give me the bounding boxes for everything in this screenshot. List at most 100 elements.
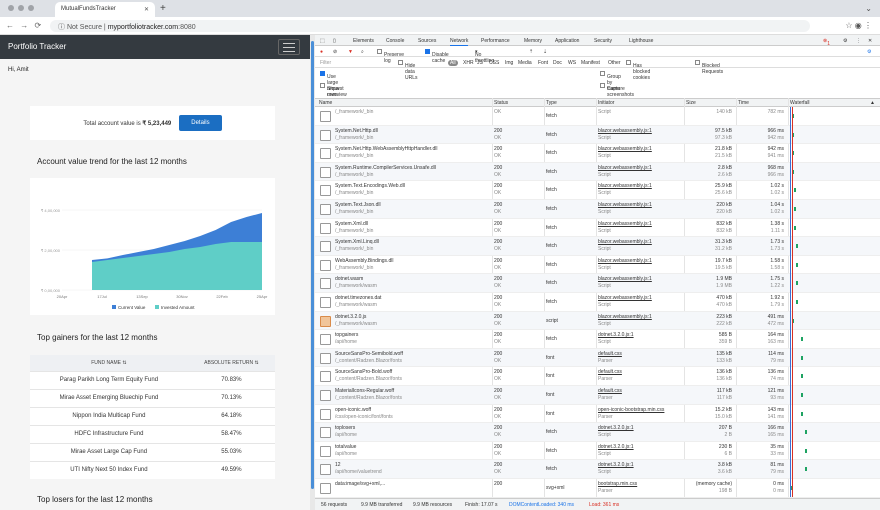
table-row[interactable]: Parag Parikh Long Term Equity Fund 70.83% (30, 370, 275, 389)
hide-data-urls-checkbox[interactable]: Hide data URLs (398, 60, 418, 81)
table-row[interactable]: UTI Nifty Next 50 Index Fund 49.59% (30, 460, 275, 479)
request-row[interactable]: 12/api/home/valuetrend 200 OK fetch dotnet.3… (315, 460, 880, 479)
throttling-select[interactable]: No throttling ▾ (475, 49, 494, 64)
col-status[interactable]: Status (494, 100, 508, 106)
filter-ws[interactable]: WS (568, 60, 576, 66)
request-row[interactable]: MaterialIcons-Regular.woff/_content/Radz… (315, 386, 880, 405)
filter-other[interactable]: Other (608, 60, 621, 66)
tab-application[interactable]: Application (555, 38, 579, 44)
disable-cache-checkbox[interactable]: Disable cache (425, 49, 449, 64)
request-row[interactable]: totalvalue/api/home 200 OK fetch dotnet.3.2.… (315, 442, 880, 461)
request-row[interactable]: System.Runtime.CompilerServices.Unsafe.d… (315, 162, 880, 182)
col-initiator[interactable]: Initiator (598, 100, 614, 106)
col-type[interactable]: Type (546, 100, 557, 106)
request-initiator[interactable]: blazor.webassembly.js:1 Script (598, 128, 652, 142)
absolute-return-header[interactable]: ABSOLUTE RETURN ⇅ (187, 355, 275, 371)
download-icon[interactable]: ⇣ (543, 49, 547, 55)
scrollbar[interactable] (311, 41, 314, 489)
fund-name-header[interactable]: FUND NAME ⇅ (30, 355, 188, 371)
request-row[interactable]: topgainers/api/home 200 OK fetch dotnet.3.2.… (315, 330, 880, 349)
tab-security[interactable]: Security (594, 38, 612, 44)
settings-icon[interactable]: ⚙ (843, 38, 847, 44)
record-icon[interactable]: ● (320, 49, 323, 55)
request-initiator[interactable]: blazor.webassembly.js:1 Script (598, 239, 652, 253)
table-row[interactable]: HDFC Infrastructure Fund 58.47% (30, 424, 275, 443)
request-initiator[interactable]: dotnet.3.2.0.js:1 Script (598, 444, 634, 458)
request-initiator[interactable]: bootstrap.min.css Parser (598, 481, 637, 495)
tab-menu-icon[interactable]: ⌄ (865, 4, 872, 13)
request-initiator[interactable]: blazor.webassembly.js:1 Script (598, 165, 652, 179)
device-toolbar-icon[interactable]: ▯ (333, 38, 336, 44)
browser-tab[interactable]: MutualFundsTracker ✕ (55, 2, 155, 17)
request-initiator[interactable]: blazor.webassembly.js:1 Script (598, 314, 652, 328)
request-row[interactable]: SourceSansPro-Bold.woff/_content/Radzen.… (315, 367, 880, 386)
request-initiator[interactable]: default.css Parser (598, 369, 622, 383)
close-icon[interactable]: ✕ (144, 6, 149, 13)
table-row[interactable]: Nippon India Multicap Fund 64.18% (30, 406, 275, 425)
network-settings-icon[interactable]: ⚙ (867, 49, 871, 55)
request-initiator[interactable]: blazor.webassembly.js:1 Script (598, 146, 652, 160)
request-row[interactable]: System.Net.Http.WebAssemblyHttpHandler.d… (315, 144, 880, 163)
request-initiator[interactable]: blazor.webassembly.js:1 Script (598, 258, 652, 272)
filter-xhr[interactable]: XHR (463, 60, 474, 66)
preserve-log-checkbox[interactable]: Preserve log (377, 49, 404, 64)
close-devtools-icon[interactable]: ✕ (868, 38, 872, 44)
filter-media[interactable]: Media (518, 60, 532, 66)
request-initiator[interactable]: blazor.webassembly.js:1 Script (598, 276, 652, 290)
tab-sources[interactable]: Sources (418, 38, 436, 44)
blocked-requests-checkbox[interactable]: Blocked Requests (695, 60, 723, 75)
tab-lighthouse[interactable]: Lighthouse (629, 38, 653, 44)
col-waterfall[interactable]: Waterfall (790, 100, 810, 106)
request-initiator[interactable]: dotnet.3.2.0.js:1 Script (598, 332, 634, 346)
filter-font[interactable]: Font (538, 60, 548, 66)
request-row[interactable]: System.Xml.Linq.dll/_framework/_bin 200 OK… (315, 237, 880, 256)
filter-icon[interactable]: ▼ (348, 49, 353, 55)
request-initiator[interactable]: dotnet.3.2.0.js:1 Script (598, 425, 634, 439)
inspect-icon[interactable]: ⬚ (320, 38, 325, 44)
filter-js[interactable]: JS (477, 60, 483, 66)
request-row[interactable]: dotnet.3.2.0.js/_framework/wasm 200 OK scri… (315, 311, 880, 331)
table-row[interactable]: Mirae Asset Emerging Bluechip Fund 70.13% (30, 388, 275, 407)
request-row[interactable]: SourceSansPro-Semibold.woff/_content/Rad… (315, 348, 880, 368)
filter-doc[interactable]: Doc (553, 60, 562, 66)
tab-console[interactable]: Console (386, 38, 404, 44)
clear-icon[interactable]: ⊘ (333, 49, 337, 55)
new-tab-icon[interactable]: + (160, 3, 166, 14)
filter-img[interactable]: Img (505, 60, 513, 66)
error-badge[interactable]: ⊗ 1 (823, 38, 830, 47)
request-row[interactable]: System.Net.Http.dll/_framework/_bin 200 OK… (315, 125, 880, 145)
url-field[interactable]: ⓘ Not Secure | myportfoliotracker.com:80… (50, 20, 810, 32)
request-row[interactable]: toplosers/api/home 200 OK fetch dotnet.3.2.0… (315, 423, 880, 442)
filter-css[interactable]: CSS (489, 60, 499, 66)
show-overview-checkbox[interactable]: Show overview (320, 83, 347, 98)
request-initiator[interactable]: blazor.webassembly.js:1 Script (598, 295, 652, 309)
filter-all[interactable]: All (448, 60, 458, 66)
table-row[interactable]: Mirae Asset Large Cap Fund 55.03% (30, 442, 275, 461)
request-row[interactable]: dotnet.timezones.dat/_framework/wasm 200 O… (315, 293, 880, 312)
request-initiator[interactable]: dotnet.3.2.0.js:1 Script (598, 462, 634, 476)
request-row[interactable]: System.Text.Encodings.Web.dll/_framework… (315, 181, 880, 200)
request-row[interactable]: System.Text.Json.dll/_framework/_bin 200 O… (315, 200, 880, 219)
request-row[interactable]: data:image/svg+xml,... 200 svg+xml bootstra… (315, 479, 880, 498)
col-time[interactable]: Time (738, 100, 749, 106)
tab-elements[interactable]: Elements (353, 38, 374, 44)
request-initiator[interactable]: default.css Parser (598, 351, 622, 365)
col-size[interactable]: Size (686, 100, 696, 106)
request-initiator[interactable]: open-iconic-bootstrap.min.css Parser (598, 407, 664, 421)
details-button[interactable]: Details (179, 115, 222, 131)
request-row[interactable]: dotnet.wasm/_framework/wasm 200 OK fetch bla… (315, 274, 880, 293)
blocked-cookies-checkbox[interactable]: Has blocked cookies (626, 60, 650, 81)
request-row[interactable]: open-iconic.woff/css/open-iconic/font/fo… (315, 405, 880, 424)
menu-toggle-button[interactable] (278, 39, 300, 55)
tab-memory[interactable]: Memory (524, 38, 542, 44)
tab-performance[interactable]: Performance (481, 38, 510, 44)
request-initiator[interactable]: blazor.webassembly.js:1 Script (598, 202, 652, 216)
window-controls[interactable] (8, 5, 38, 13)
more-icon[interactable]: ⋮ (856, 38, 861, 44)
tab-network[interactable]: Network (450, 38, 469, 46)
col-name[interactable]: Name (319, 100, 332, 106)
request-row[interactable]: /_framework/_bin OK fetch Script 140 kB 782 m… (315, 107, 880, 126)
sort-icon[interactable]: ▲ (870, 100, 875, 106)
group-by-frame-checkbox[interactable]: Group by frame (600, 71, 621, 92)
request-row[interactable]: WebAssembly.Bindings.dll/_framework/_bin… (315, 256, 880, 275)
